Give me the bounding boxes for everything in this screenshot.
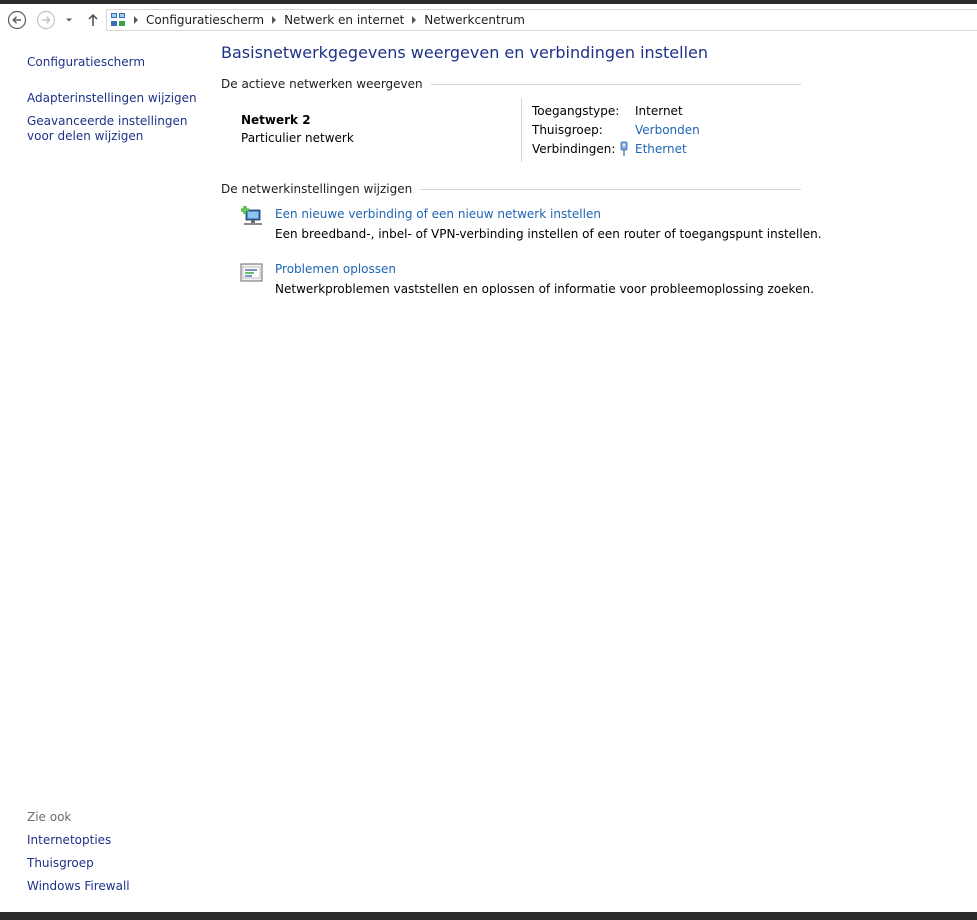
change-settings-heading-label: De netwerkinstellingen wijzigen: [221, 182, 413, 196]
forward-arrow-icon: [36, 10, 56, 30]
homegroup-label: Thuisgroep:: [532, 123, 603, 137]
back-arrow-icon: [7, 10, 27, 30]
internet-options-link[interactable]: Internetopties: [27, 833, 202, 848]
back-button[interactable]: [7, 10, 27, 30]
up-button[interactable]: [85, 12, 101, 28]
divider: [420, 188, 801, 190]
chevron-down-icon: [66, 18, 72, 22]
adapter-settings-link[interactable]: Adapterinstellingen wijzigen: [27, 91, 202, 106]
address-bar[interactable]: Configuratiescherm Netwerk en internet N…: [106, 9, 977, 31]
ethernet-connection-link[interactable]: Ethernet: [635, 142, 687, 156]
active-networks-heading: De actieve netwerken weergeven: [221, 77, 801, 91]
recent-pages-button[interactable]: [63, 14, 75, 26]
window-bottom-edge: [0, 912, 977, 920]
homegroup-joined-link[interactable]: Verbonden: [635, 123, 700, 137]
troubleshoot-description: Netwerkproblemen vaststellen en oplossen…: [275, 282, 814, 296]
network-type: Particulier netwerk: [241, 131, 354, 145]
new-connection-link[interactable]: Een nieuwe verbinding of een nieuw netwe…: [275, 207, 601, 221]
active-networks-heading-label: De actieve netwerken weergeven: [221, 77, 423, 91]
navigation-bar: Configuratiescherm Netwerk en internet N…: [0, 4, 977, 36]
divider: [430, 83, 801, 85]
troubleshoot-icon: [240, 263, 263, 282]
network-center-icon: [111, 13, 125, 26]
left-pane: Configuratiescherm Adapterinstellingen w…: [0, 36, 205, 912]
forward-button[interactable]: [36, 10, 56, 30]
ethernet-icon: [620, 141, 628, 156]
page-title: Basisnetwerkgegevens weergeven en verbin…: [221, 43, 708, 62]
advanced-sharing-link[interactable]: Geavanceerde instellingen voor delen wij…: [27, 114, 197, 144]
divider: [521, 98, 522, 162]
network-name: Netwerk 2: [241, 113, 311, 127]
homegroup-link[interactable]: Thuisgroep: [27, 856, 202, 871]
breadcrumb-control-panel[interactable]: Configuratiescherm: [146, 13, 264, 27]
control-panel-home-link[interactable]: Configuratiescherm: [27, 55, 202, 70]
breadcrumb-network-internet[interactable]: Netwerk en internet: [284, 13, 404, 27]
windows-firewall-link[interactable]: Windows Firewall: [27, 879, 202, 894]
up-arrow-icon: [88, 13, 98, 26]
new-connection-icon: [241, 206, 262, 225]
troubleshoot-link[interactable]: Problemen oplossen: [275, 262, 396, 276]
access-type-value: Internet: [635, 104, 683, 118]
connections-label: Verbindingen:: [532, 142, 616, 156]
new-connection-description: Een breedband-, inbel- of VPN-verbinding…: [275, 227, 822, 241]
chevron-right-icon[interactable]: [272, 16, 277, 24]
breadcrumb-network-center[interactable]: Netwerkcentrum: [424, 13, 525, 27]
change-settings-heading: De netwerkinstellingen wijzigen: [221, 182, 801, 196]
chevron-right-icon[interactable]: [412, 16, 417, 24]
see-also-heading: Zie ook: [27, 810, 72, 824]
chevron-right-icon[interactable]: [134, 16, 138, 24]
access-type-label: Toegangstype:: [532, 104, 620, 118]
